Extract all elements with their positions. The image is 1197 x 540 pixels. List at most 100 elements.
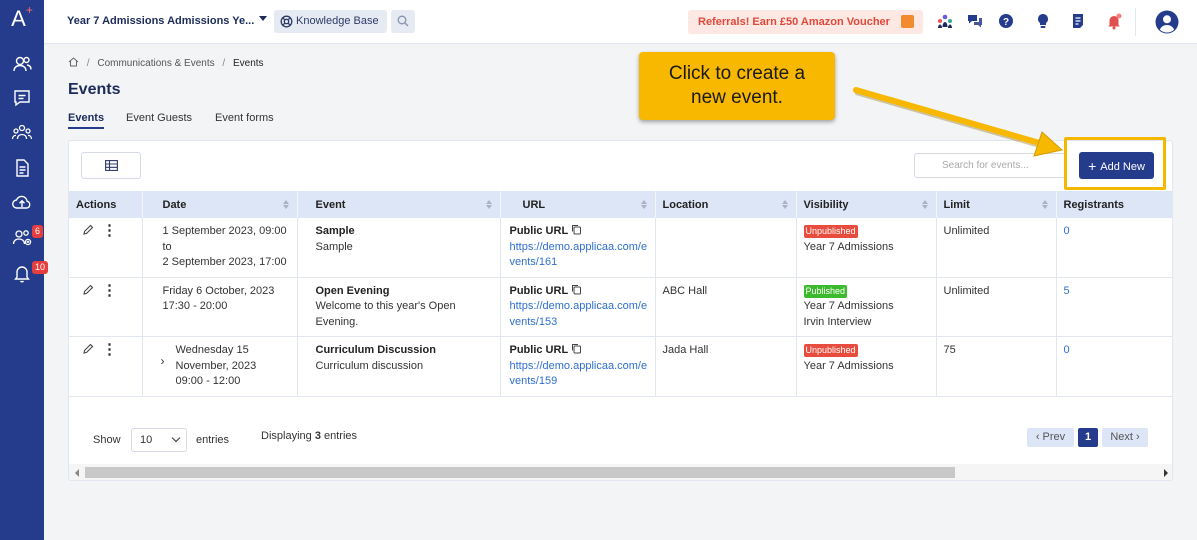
scroll-left-icon[interactable]	[75, 469, 79, 477]
event-location	[655, 218, 797, 278]
applicants-badge: 6	[32, 225, 44, 238]
referral-text: Referrals! Earn £50 Amazon Voucher	[698, 16, 890, 28]
table-row: ⋮ › Wednesday 15 November, 2023 09:00 - …	[69, 336, 1172, 397]
page-length-select[interactable]: 10	[131, 428, 187, 452]
event-description: Curriculum discussion	[315, 359, 424, 372]
pencil-icon[interactable]	[82, 284, 94, 296]
toolbar-divider	[1135, 8, 1136, 36]
event-date: 1 September 2023, 09:00 to 2 September 2…	[142, 218, 298, 278]
sort-icon	[1041, 200, 1049, 209]
copy-icon[interactable]	[571, 343, 582, 354]
event-name[interactable]: Open Evening	[316, 284, 493, 300]
pencil-icon[interactable]	[82, 343, 94, 355]
event-limit: Unlimited	[936, 218, 1057, 278]
registrants-cell: 0	[1056, 336, 1172, 397]
event-description: Welcome to this year's Open Evening.	[315, 300, 456, 328]
global-search-button[interactable]	[391, 10, 415, 33]
scroll-right-icon[interactable]	[1164, 469, 1168, 477]
help-icon[interactable]: ?	[997, 12, 1015, 30]
campaign-selector[interactable]: Year 7 Admissions Admissions Ye...	[67, 15, 254, 27]
chat-icon[interactable]	[966, 12, 984, 30]
notes-icon[interactable]	[1069, 12, 1087, 30]
groups-icon[interactable]	[11, 121, 33, 143]
bell-icon[interactable]	[11, 262, 33, 284]
registrants-count[interactable]: 5	[1064, 285, 1070, 297]
column-header-date[interactable]: Date	[142, 191, 298, 218]
column-header-limit[interactable]: Limit	[936, 191, 1057, 218]
top-bar: Year 7 Admissions Admissions Ye... Knowl…	[44, 0, 1197, 44]
more-options-icon[interactable]: ⋮	[102, 223, 117, 238]
chevron-down-icon[interactable]	[259, 16, 267, 21]
pagination-page-1[interactable]: 1	[1078, 428, 1098, 447]
column-header-url[interactable]: URL	[500, 191, 656, 218]
status-badge: Published	[803, 284, 848, 298]
visibility-cell: Unpublished Year 7 Admissions	[796, 336, 937, 397]
event-name[interactable]: Sample	[316, 224, 493, 240]
row-actions: ⋮	[69, 336, 143, 397]
entries-label: entries	[196, 434, 230, 446]
table-row: ⋮ 1 September 2023, 09:00 to 2 September…	[69, 218, 1172, 278]
lightbulb-icon[interactable]	[1034, 12, 1052, 30]
event-cell: Sample Sample	[297, 218, 501, 278]
horizontal-scrollbar[interactable]	[69, 464, 1172, 480]
copy-icon[interactable]	[571, 284, 582, 295]
applicants-icon[interactable]	[11, 226, 33, 248]
event-name[interactable]: Curriculum Discussion	[316, 343, 493, 359]
show-label: Show	[93, 434, 121, 446]
breadcrumb-parent[interactable]: Communications & Events	[97, 58, 214, 69]
sort-icon	[640, 200, 648, 209]
entries-info: Displaying 3 entries	[261, 430, 358, 442]
column-header-location[interactable]: Location	[655, 191, 797, 218]
event-location: ABC Hall	[655, 277, 797, 337]
tab-events[interactable]: Events	[68, 112, 105, 129]
referral-banner[interactable]: Referrals! Earn £50 Amazon Voucher	[688, 10, 923, 34]
tab-event-forms[interactable]: Event forms	[215, 112, 274, 129]
column-header-actions: Actions	[69, 191, 143, 218]
event-public-url[interactable]: https://demo.applicaa.com/events/159	[510, 360, 648, 388]
status-badge: Unpublished	[803, 225, 858, 238]
expand-row-icon[interactable]: ›	[161, 354, 165, 370]
registrants-count[interactable]: 0	[1064, 225, 1070, 237]
home-icon[interactable]	[68, 57, 79, 67]
url-cell: Public URL https://demo.applicaa.com/eve…	[500, 218, 656, 278]
sort-icon	[781, 200, 789, 209]
more-options-icon[interactable]: ⋮	[102, 342, 117, 357]
event-limit: Unlimited	[936, 277, 1057, 337]
app-logo[interactable]: A+	[0, 3, 44, 32]
pagination-next[interactable]: Next ›	[1102, 428, 1148, 447]
breadcrumb: / Communications & Events / Events	[68, 57, 264, 69]
event-cell: Open Evening Welcome to this year's Open…	[297, 277, 501, 337]
column-header-event[interactable]: Event	[297, 191, 501, 218]
team-icon[interactable]	[936, 12, 954, 30]
notifications-badge: 10	[32, 261, 49, 274]
alerts-bell-icon[interactable]	[1105, 12, 1123, 30]
event-cell: Curriculum Discussion Curriculum discuss…	[297, 336, 501, 397]
column-header-visibility[interactable]: Visibility	[796, 191, 937, 218]
events-table: Actions Date Event URL Location Visibili…	[69, 191, 1172, 397]
url-cell: Public URL https://demo.applicaa.com/eve…	[500, 277, 656, 337]
tab-event-guests[interactable]: Event Guests	[126, 112, 192, 129]
scrollbar-thumb[interactable]	[85, 467, 955, 478]
messages-icon[interactable]	[11, 87, 33, 109]
event-public-url[interactable]: https://demo.applicaa.com/events/161	[510, 241, 648, 269]
page-title: Events	[68, 81, 121, 98]
registrants-count[interactable]: 0	[1064, 344, 1070, 356]
chevron-down-icon	[171, 433, 181, 443]
contacts-icon[interactable]	[11, 53, 33, 75]
svg-text:?: ?	[1003, 17, 1009, 28]
more-options-icon[interactable]: ⋮	[102, 283, 117, 298]
copy-icon[interactable]	[571, 224, 582, 235]
knowledge-base-button[interactable]: Knowledge Base	[274, 10, 387, 33]
callout-arrow-icon	[853, 87, 1064, 157]
pagination-prev[interactable]: ‹ Prev	[1027, 428, 1074, 447]
user-avatar-icon[interactable]	[1155, 10, 1179, 34]
cloud-upload-icon[interactable]	[11, 191, 33, 213]
event-location: Jada Hall	[655, 336, 797, 397]
pencil-icon[interactable]	[82, 224, 94, 236]
event-public-url[interactable]: https://demo.applicaa.com/events/153	[510, 300, 648, 328]
column-header-registrants[interactable]: Registrants	[1056, 191, 1172, 218]
table-view-button[interactable]	[81, 152, 141, 179]
sort-icon	[282, 200, 290, 209]
document-icon[interactable]	[11, 157, 33, 179]
table-row: ⋮ Friday 6 October, 2023 17:30 - 20:00 O…	[69, 277, 1172, 337]
